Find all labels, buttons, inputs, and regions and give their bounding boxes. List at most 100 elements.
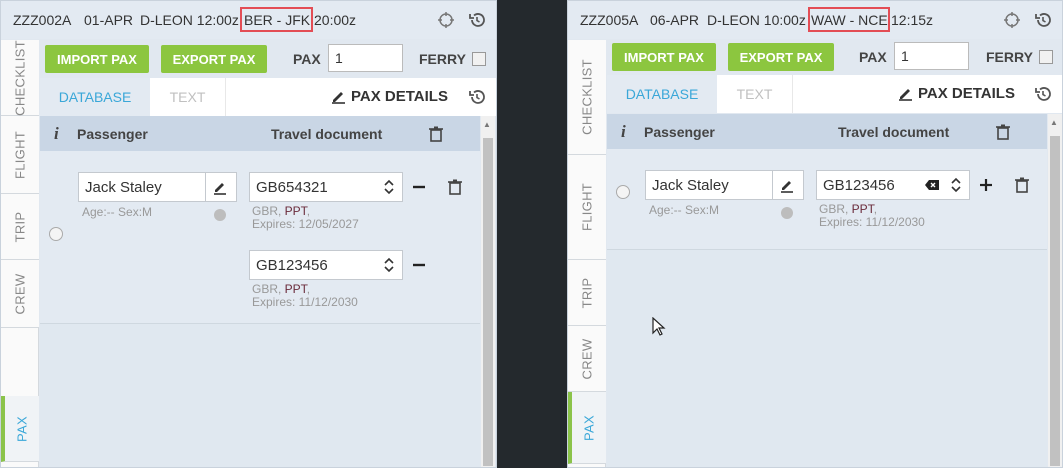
side-tab-crew[interactable]: CREW	[1, 260, 39, 328]
edit-pencil-icon[interactable]	[211, 178, 229, 196]
edit-pencil-icon[interactable]	[778, 176, 796, 194]
document-details: GBR, PPT, Expires: 12/05/2027	[252, 204, 359, 231]
export-pax-button[interactable]: EXPORT PAX	[728, 43, 834, 71]
arrival-time: 12:15z	[891, 12, 934, 28]
info-icon[interactable]: i	[621, 122, 626, 142]
ferry-label: FERRY	[419, 51, 466, 67]
route-highlight-box	[808, 7, 890, 32]
flight-header: ZZZ002A 01-APR D-LEON 12:00z BER - JFK 2…	[1, 1, 496, 39]
ferry-checkbox[interactable]	[472, 52, 486, 66]
side-tab-crew[interactable]: CREW	[568, 326, 606, 392]
edit-pencil-icon	[899, 89, 912, 101]
right-flight-panel: ZZZ005A 06-APR D-LEON 10:00z WAW - NCE 1…	[567, 0, 1063, 468]
flight-date: 06-APR	[650, 12, 700, 28]
delete-passenger-icon[interactable]	[1013, 176, 1031, 194]
export-pax-button[interactable]: EXPORT PAX	[161, 45, 267, 73]
passenger-name-field[interactable]: Jack Staley	[78, 172, 237, 202]
col-passenger: Passenger	[644, 124, 715, 140]
scroll-up-arrow[interactable]: ▲	[483, 120, 491, 129]
passenger-age-sex: Age:-- Sex:M	[649, 203, 720, 217]
document-details: GBR, PPT, Expires: 11/12/2030	[252, 282, 358, 309]
status-dot	[214, 209, 226, 221]
side-tab-flight[interactable]: FLIGHT	[1, 116, 39, 194]
pax-details-button[interactable]: PAX DETAILS	[351, 88, 448, 105]
clear-backspace-icon[interactable]	[923, 176, 941, 194]
stepper-icon[interactable]	[947, 176, 965, 194]
vertical-scrollbar[interactable]: ▲	[481, 116, 495, 467]
document-expiry: Expires: 11/12/2030	[819, 215, 925, 229]
pax-count-label: PAX	[859, 49, 887, 65]
remove-document-icon[interactable]	[410, 178, 428, 196]
pax-count-input[interactable]: 1	[328, 44, 403, 72]
pax-details-button[interactable]: PAX DETAILS	[918, 85, 1015, 102]
travel-document-select[interactable]: GB123456	[249, 250, 403, 280]
document-details: GBR, PPT, Expires: 11/12/2030	[819, 202, 925, 229]
vertical-scrollbar[interactable]: ▲	[1048, 114, 1062, 467]
travel-document-select[interactable]: GB654321	[249, 172, 403, 202]
pax-count-label: PAX	[293, 51, 321, 67]
delete-all-icon[interactable]	[427, 125, 445, 143]
add-document-icon[interactable]	[977, 176, 995, 194]
stepper-icon[interactable]	[380, 178, 398, 196]
remove-document-icon[interactable]	[410, 256, 428, 274]
field-divider	[772, 171, 773, 199]
side-tab-trip[interactable]: TRIP	[568, 260, 606, 326]
ferry-label: FERRY	[986, 49, 1033, 65]
tab-text[interactable]: TEXT	[717, 75, 793, 113]
history-icon[interactable]	[468, 88, 486, 106]
empty-table-area	[607, 249, 1047, 467]
flight-header: ZZZ005A 06-APR D-LEON 10:00z WAW - NCE 1…	[568, 1, 1062, 39]
passenger-select-radio[interactable]	[49, 227, 63, 241]
passenger-name-field[interactable]: Jack Staley	[645, 170, 804, 200]
side-tab-trip[interactable]: TRIP	[1, 194, 39, 260]
flight-id: ZZZ005A	[580, 12, 639, 28]
document-expiry: Expires: 11/12/2030	[252, 295, 358, 309]
flight-date: 01-APR	[84, 12, 134, 28]
empty-table-area	[40, 323, 480, 467]
side-tab-checklist[interactable]: CHECKLIST	[1, 40, 39, 116]
left-flight-panel: ZZZ002A 01-APR D-LEON 12:00z BER - JFK 2…	[0, 0, 497, 468]
side-tab-pax[interactable]: PAX	[568, 392, 606, 464]
scrollbar-thumb[interactable]	[483, 138, 493, 466]
delete-passenger-icon[interactable]	[446, 178, 464, 196]
history-icon[interactable]	[1034, 85, 1052, 103]
mouse-cursor-icon	[652, 317, 666, 336]
status-dot	[781, 207, 793, 219]
import-pax-button[interactable]: IMPORT PAX	[45, 45, 149, 73]
history-icon[interactable]	[468, 11, 486, 29]
stepper-icon[interactable]	[380, 256, 398, 274]
tab-text[interactable]: TEXT	[150, 78, 226, 116]
side-tab-checklist[interactable]: CHECKLIST	[568, 40, 606, 155]
table-header: i Passenger Travel document	[607, 114, 1047, 149]
locate-icon[interactable]	[437, 11, 455, 29]
side-tab-bar: CHECKLIST FLIGHT TRIP CREW PAX	[1, 40, 39, 467]
col-passenger: Passenger	[77, 126, 148, 142]
scroll-up-arrow[interactable]: ▲	[1050, 118, 1058, 127]
travel-document-select[interactable]: GB123456	[816, 170, 970, 200]
passenger-select-radio[interactable]	[616, 185, 630, 199]
side-tab-flight[interactable]: FLIGHT	[568, 155, 606, 260]
info-icon[interactable]: i	[54, 124, 59, 144]
arrival-time: 20:00z	[314, 12, 357, 28]
col-travel-document: Travel document	[838, 124, 950, 140]
import-pax-button[interactable]: IMPORT PAX	[612, 43, 716, 71]
table-header: i Passenger Travel document	[40, 116, 480, 151]
history-icon[interactable]	[1034, 11, 1052, 29]
scrollbar-thumb[interactable]	[1050, 136, 1060, 466]
col-travel-document: Travel document	[271, 126, 383, 142]
document-expiry: Expires: 12/05/2027	[252, 217, 359, 231]
side-tab-bar: CHECKLIST FLIGHT TRIP CREW PAX	[568, 40, 606, 467]
ferry-checkbox[interactable]	[1039, 50, 1053, 64]
tab-database[interactable]: DATABASE	[40, 78, 150, 116]
departure-info: D-LEON 10:00z	[707, 12, 806, 28]
side-tab-pax[interactable]: PAX	[1, 396, 39, 462]
route-highlight-box	[240, 7, 313, 32]
tab-database[interactable]: DATABASE	[607, 75, 717, 113]
passenger-age-sex: Age:-- Sex:M	[82, 205, 153, 219]
pax-count-input[interactable]: 1	[894, 42, 969, 70]
departure-info: D-LEON 12:00z	[140, 12, 239, 28]
delete-all-icon[interactable]	[994, 123, 1012, 141]
locate-icon[interactable]	[1003, 11, 1021, 29]
field-divider	[205, 173, 206, 201]
flight-id: ZZZ002A	[13, 12, 72, 28]
